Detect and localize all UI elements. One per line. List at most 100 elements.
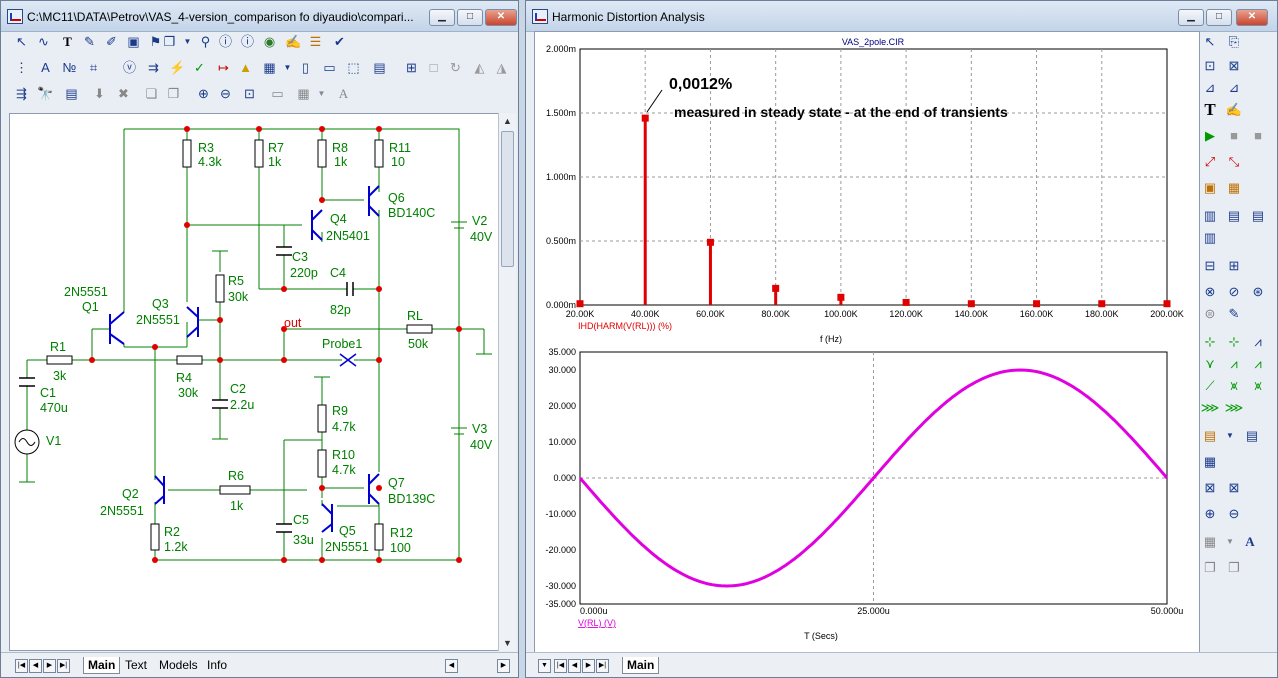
table-a-icon[interactable]: ▥ bbox=[1199, 205, 1221, 227]
mode-h-icon[interactable]: ⩙ bbox=[1223, 375, 1245, 397]
select-arrow-icon[interactable]: ↖ bbox=[1199, 31, 1221, 53]
title-block-icon[interactable]: ▭ bbox=[321, 59, 338, 76]
cursor-icon[interactable]: ⊡ bbox=[1199, 55, 1221, 77]
line-tool-icon[interactable]: ✎ bbox=[81, 33, 98, 50]
analysis-tab-main[interactable]: Main bbox=[622, 657, 660, 674]
scroll-thumb[interactable] bbox=[501, 131, 514, 267]
screen-icon[interactable]: ▭ bbox=[269, 85, 286, 102]
fit-x-icon[interactable]: ⊠ bbox=[1199, 477, 1221, 499]
pen-tool-icon[interactable]: ✐ bbox=[103, 33, 120, 50]
node-numbers-icon[interactable]: № bbox=[61, 59, 78, 76]
numeric-output-icon[interactable]: ▦ bbox=[1199, 451, 1221, 473]
attribute-text-icon[interactable]: A bbox=[37, 59, 54, 76]
grid-dropdown-icon[interactable]: ▼ bbox=[279, 59, 296, 76]
analysis-nav-prev-icon[interactable]: ◀ bbox=[568, 659, 581, 673]
mode-d-icon[interactable]: ⋎ bbox=[1199, 353, 1221, 375]
dropdown-icon[interactable]: ▼ bbox=[179, 33, 196, 50]
step-out-icon[interactable]: ✖ bbox=[115, 85, 132, 102]
step-in-icon[interactable]: ⬇ bbox=[91, 85, 108, 102]
warning-icon[interactable]: ▲ bbox=[237, 59, 254, 76]
grid-dropdown-icon[interactable]: ▼ bbox=[1219, 531, 1241, 553]
scale-x-icon[interactable]: ⤢ bbox=[1199, 151, 1221, 173]
font-grid-icon[interactable]: ▦ bbox=[295, 85, 312, 102]
page-setup-icon[interactable]: ▤ bbox=[63, 85, 80, 102]
scale-y-icon[interactable]: ⤡ bbox=[1223, 151, 1245, 173]
tab-info[interactable]: Info bbox=[203, 657, 231, 673]
mode-k-icon[interactable]: ⋙ bbox=[1223, 397, 1245, 419]
mode-b-icon[interactable]: ⊹ bbox=[1223, 331, 1245, 353]
tab-models[interactable]: Models bbox=[155, 657, 202, 673]
minimize-button[interactable]: ▁ bbox=[429, 9, 455, 26]
zoom-out-icon[interactable]: ⊖ bbox=[1223, 503, 1245, 525]
voltage-icon[interactable]: ⓥ bbox=[121, 59, 138, 76]
flip-x-icon[interactable]: ◭ bbox=[471, 59, 488, 76]
flip-y-icon[interactable]: ◮ bbox=[493, 59, 510, 76]
font-icon[interactable]: A bbox=[335, 85, 352, 102]
stop-icon[interactable]: ■ bbox=[1247, 125, 1269, 147]
zoom-in-icon[interactable]: ⊕ bbox=[1199, 503, 1221, 525]
zoom-in-icon[interactable]: ⊕ bbox=[195, 85, 212, 102]
info-icon[interactable]: ✍ bbox=[1223, 99, 1245, 121]
list-icon[interactable]: ▤ bbox=[1241, 425, 1263, 447]
maximize-button[interactable]: □ bbox=[457, 9, 483, 26]
power-icon[interactable]: ⚡ bbox=[169, 59, 186, 76]
grid-icon[interactable]: ▦ bbox=[1199, 531, 1221, 553]
grid-major-icon[interactable]: ⊞ bbox=[1223, 255, 1245, 277]
schematic-canvas[interactable]: R3 4.3k R7 1k R8 1k R11 10 Q6 BD140C Q4 … bbox=[9, 113, 499, 651]
page-dropdown-icon[interactable]: ▼ bbox=[1219, 425, 1241, 447]
schematic-vertical-scrollbar[interactable]: ▲ ▼ bbox=[498, 113, 516, 651]
analysis-titlebar[interactable]: Harmonic Distortion Analysis ▁ □ ✕ bbox=[526, 1, 1277, 32]
info-icon[interactable]: ⓘ bbox=[217, 33, 234, 50]
find-icon[interactable]: ⚲ bbox=[197, 33, 214, 50]
analysis-nav-last-icon[interactable]: ▶| bbox=[596, 659, 609, 673]
grid-text-icon[interactable]: ⌗ bbox=[85, 59, 102, 76]
mode-c-icon[interactable]: ⩘ bbox=[1247, 331, 1269, 353]
wire-icon[interactable]: ∿ bbox=[35, 33, 52, 50]
mode-e-icon[interactable]: ⩘ bbox=[1223, 353, 1245, 375]
table-c-icon[interactable]: ▤ bbox=[1247, 205, 1269, 227]
mode-f-icon[interactable]: ⩘ bbox=[1247, 353, 1269, 375]
pin-connect-icon[interactable]: ↦ bbox=[215, 59, 232, 76]
nav-first-icon[interactable]: |◀ bbox=[15, 659, 28, 673]
scroll-up-icon[interactable]: ▲ bbox=[499, 113, 516, 129]
copy-b-icon[interactable]: ❐ bbox=[1223, 557, 1245, 579]
hscroll-right-icon[interactable]: ▶ bbox=[497, 659, 510, 673]
nav-next-icon[interactable]: ▶ bbox=[43, 659, 56, 673]
analysis-close-button[interactable]: ✕ bbox=[1236, 9, 1268, 26]
pause-icon[interactable]: ■ bbox=[1223, 125, 1245, 147]
mode-i-icon[interactable]: ⩙ bbox=[1247, 375, 1269, 397]
edit-icon[interactable]: ✍ bbox=[285, 33, 302, 50]
grid-minor-icon[interactable]: ⊟ bbox=[1199, 255, 1221, 277]
border-icon[interactable]: ⬚ bbox=[345, 59, 362, 76]
mode-a-icon[interactable]: ⊹ bbox=[1199, 331, 1221, 353]
plot-icon[interactable]: ⊠ bbox=[1223, 55, 1245, 77]
data-point-icon[interactable]: ▣ bbox=[1199, 177, 1221, 199]
schematic-titlebar[interactable]: C:\MC11\DATA\Petrov\VAS_4-version_compar… bbox=[1, 1, 518, 32]
run-icon[interactable]: ▶ bbox=[1199, 125, 1221, 147]
scale-dropdown-icon[interactable]: ⎘ bbox=[1223, 31, 1245, 53]
page-icon[interactable]: ▯ bbox=[297, 59, 314, 76]
nav-prev-icon[interactable]: ◀ bbox=[29, 659, 42, 673]
nav-last-icon[interactable]: ▶| bbox=[57, 659, 70, 673]
peak-icon[interactable]: ⊘ bbox=[1223, 281, 1245, 303]
plot-area[interactable]: 0.000m 0.500m 1.000m 1.500m 2.000m 20.00K 40.… bbox=[534, 31, 1200, 655]
grid-icon[interactable]: ▦ bbox=[261, 59, 278, 76]
compress-icon[interactable]: ⇶ bbox=[13, 85, 30, 102]
wave-icon[interactable]: ⊿ bbox=[1223, 77, 1245, 99]
help-icon[interactable]: ⓘ bbox=[239, 33, 256, 50]
back-icon[interactable]: ❐ bbox=[165, 85, 182, 102]
text-tool-icon[interactable]: T bbox=[1199, 99, 1221, 121]
toolbar-properties-icon[interactable]: ▤ bbox=[371, 59, 388, 76]
mode-g-icon[interactable]: ⟋ bbox=[1199, 375, 1221, 397]
properties-icon[interactable]: ✔ bbox=[331, 33, 348, 50]
page-icon[interactable]: ▤ bbox=[1199, 425, 1221, 447]
tab-text[interactable]: Text bbox=[121, 657, 151, 673]
wave-edit-icon[interactable]: ⊿ bbox=[1199, 77, 1221, 99]
zoom-fit-icon[interactable]: ⊡ bbox=[241, 85, 258, 102]
conditions-icon[interactable]: ✓ bbox=[191, 59, 208, 76]
globe-icon[interactable]: ◉ bbox=[261, 33, 278, 50]
binoculars-icon[interactable]: 🔭 bbox=[37, 85, 54, 102]
table-b-icon[interactable]: ▤ bbox=[1223, 205, 1245, 227]
data-label-icon[interactable]: ▦ bbox=[1223, 177, 1245, 199]
current-icon[interactable]: ⇉ bbox=[145, 59, 162, 76]
